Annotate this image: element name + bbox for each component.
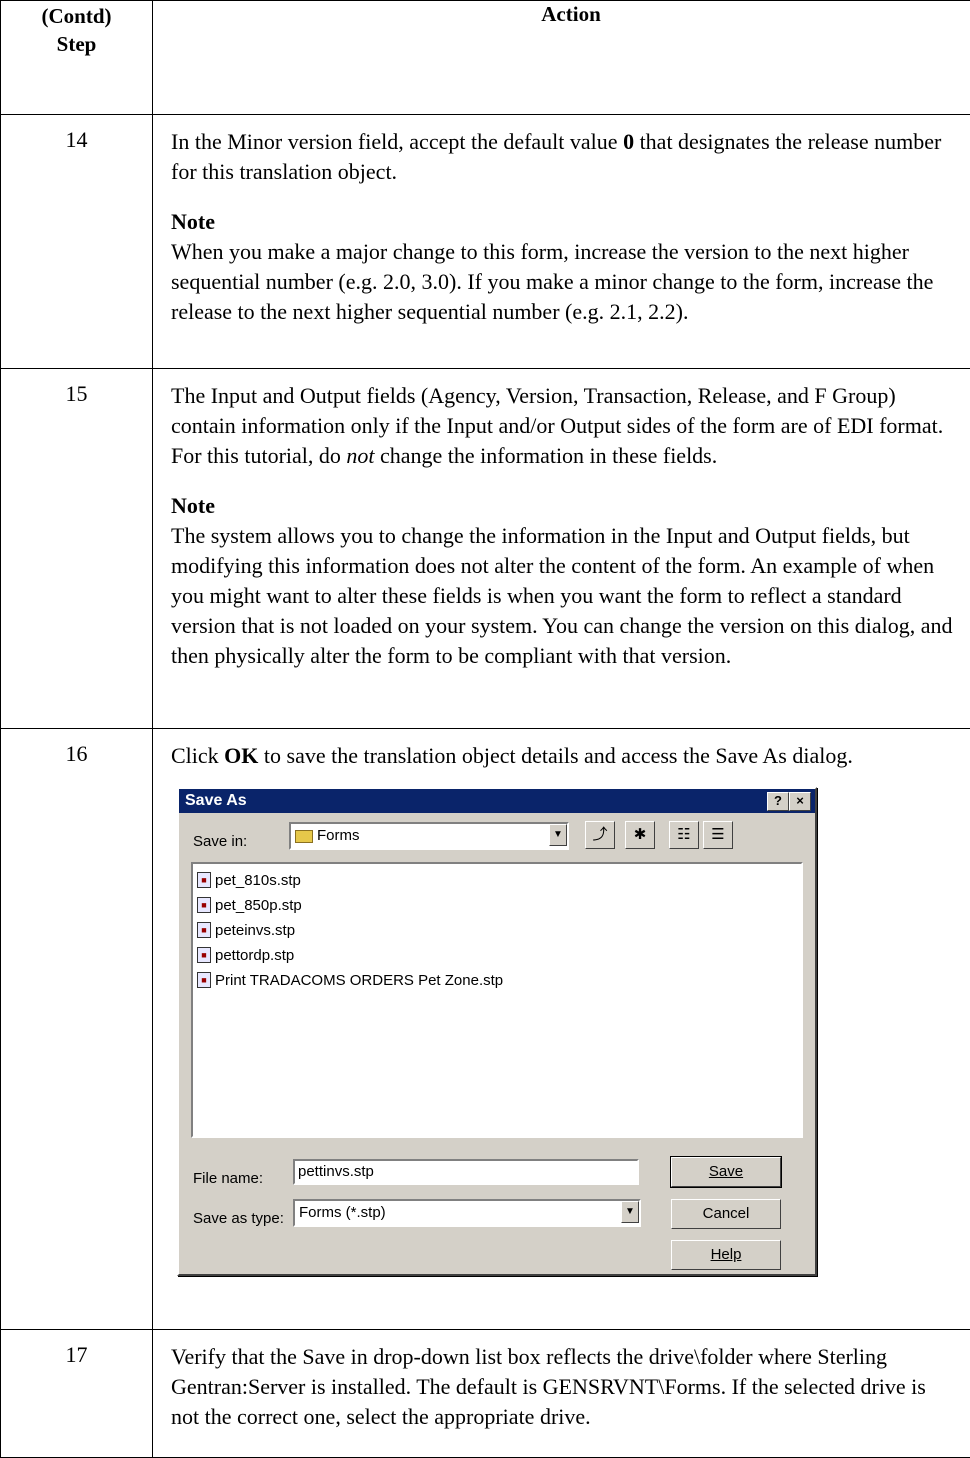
step-number: 17 <box>1 1330 153 1458</box>
save-as-type-dropdown[interactable]: Forms (*.stp) ▼ <box>293 1199 641 1227</box>
step-action: In the Minor version field, accept the d… <box>153 115 970 369</box>
note-text: When you make a major change to this for… <box>171 237 954 327</box>
emphasis-value: 0 <box>623 129 634 154</box>
list-item[interactable]: ■pettordp.stp <box>197 943 797 968</box>
file-name: peteinvs.stp <box>215 922 295 939</box>
emphasis-not: not <box>346 443 374 468</box>
step-text: Click OK to save the translation object … <box>171 741 954 771</box>
file-name: pet_850p.stp <box>215 897 302 914</box>
table-row: 16 Click OK to save the translation obje… <box>1 729 970 1330</box>
form-file-icon: ■ <box>197 922 211 938</box>
step-text: Verify that the Save in drop-down list b… <box>171 1342 954 1432</box>
note-title: Note <box>171 491 954 521</box>
table-header-row: (Contd) Step Action <box>1 1 970 115</box>
save-in-value-wrap: Forms <box>295 826 360 846</box>
list-item[interactable]: ■peteinvs.stp <box>197 918 797 943</box>
step-text-part: Click <box>171 743 224 768</box>
action-column-header: Action <box>153 1 970 115</box>
file-name: pettordp.stp <box>215 947 294 964</box>
dialog-title-bar: Save As ? × <box>179 789 815 813</box>
file-name: Print TRADACOMS ORDERS Pet Zone.stp <box>215 972 503 989</box>
file-name-input[interactable]: pettinvs.stp <box>293 1159 639 1185</box>
dialog-title: Save As <box>185 792 247 809</box>
form-file-icon: ■ <box>197 972 211 988</box>
list-item[interactable]: ■pet_810s.stp <box>197 868 797 893</box>
folder-icon <box>295 830 313 843</box>
save-as-dialog: Save As ? × Save in: Forms ▼ ⤴ ✱ ☷ ☰ ■pe… <box>177 787 817 1276</box>
save-button-label: Save <box>709 1163 743 1180</box>
step-text-part: In the Minor version field, accept the d… <box>171 129 623 154</box>
file-list[interactable]: ■pet_810s.stp ■pet_850p.stp ■peteinvs.st… <box>191 862 803 1138</box>
save-button[interactable]: Save <box>671 1157 781 1187</box>
step-header-line2: Step <box>2 30 151 58</box>
table-row: 14 In the Minor version field, accept th… <box>1 115 970 369</box>
help-title-button[interactable]: ? <box>767 792 789 811</box>
help-button[interactable]: Help <box>671 1240 781 1270</box>
chevron-down-icon[interactable]: ▼ <box>621 1201 639 1223</box>
step-number: 16 <box>1 729 153 1330</box>
step-text: In the Minor version field, accept the d… <box>171 127 954 187</box>
help-button-label: Help <box>711 1246 742 1263</box>
step-column-header: (Contd) Step <box>1 1 153 115</box>
step-number: 14 <box>1 115 153 369</box>
note-title: Note <box>171 207 954 237</box>
form-file-icon: ■ <box>197 872 211 888</box>
step-number: 15 <box>1 369 153 729</box>
chevron-down-icon[interactable]: ▼ <box>549 824 567 846</box>
step-action: Verify that the Save in drop-down list b… <box>153 1330 970 1458</box>
save-in-value: Forms <box>317 827 360 844</box>
step-text: The Input and Output fields (Agency, Ver… <box>171 381 954 471</box>
list-item[interactable]: ■Print TRADACOMS ORDERS Pet Zone.stp <box>197 968 797 993</box>
steps-table: (Contd) Step Action 14 In the Minor vers… <box>0 0 970 1458</box>
save-in-label: Save in: <box>193 827 247 857</box>
save-as-type-label: Save as type: <box>193 1204 284 1234</box>
new-folder-icon[interactable]: ✱ <box>625 821 655 849</box>
save-in-dropdown[interactable]: Forms ▼ <box>289 822 569 850</box>
file-name-label: File name: <box>193 1164 263 1194</box>
step-header-line1: (Contd) <box>2 2 151 30</box>
details-view-icon[interactable]: ☰ <box>703 821 733 849</box>
close-title-button[interactable]: × <box>789 792 811 811</box>
list-item[interactable]: ■pet_850p.stp <box>197 893 797 918</box>
step-action: Click OK to save the translation object … <box>153 729 970 1330</box>
file-name: pet_810s.stp <box>215 872 301 889</box>
step-text-part: change the information in these fields. <box>375 443 718 468</box>
table-row: 15 The Input and Output fields (Agency, … <box>1 369 970 729</box>
form-file-icon: ■ <box>197 897 211 913</box>
table-row: 17 Verify that the Save in drop-down lis… <box>1 1330 970 1458</box>
step-action: The Input and Output fields (Agency, Ver… <box>153 369 970 729</box>
save-as-type-value: Forms (*.stp) <box>299 1203 386 1223</box>
note-text: The system allows you to change the info… <box>171 521 954 671</box>
form-file-icon: ■ <box>197 947 211 963</box>
ok-emphasis: OK <box>224 743 258 768</box>
list-view-icon[interactable]: ☷ <box>669 821 699 849</box>
step-text-part: to save the translation object details a… <box>258 743 852 768</box>
up-folder-icon[interactable]: ⤴ <box>585 821 615 849</box>
cancel-button[interactable]: Cancel <box>671 1199 781 1229</box>
